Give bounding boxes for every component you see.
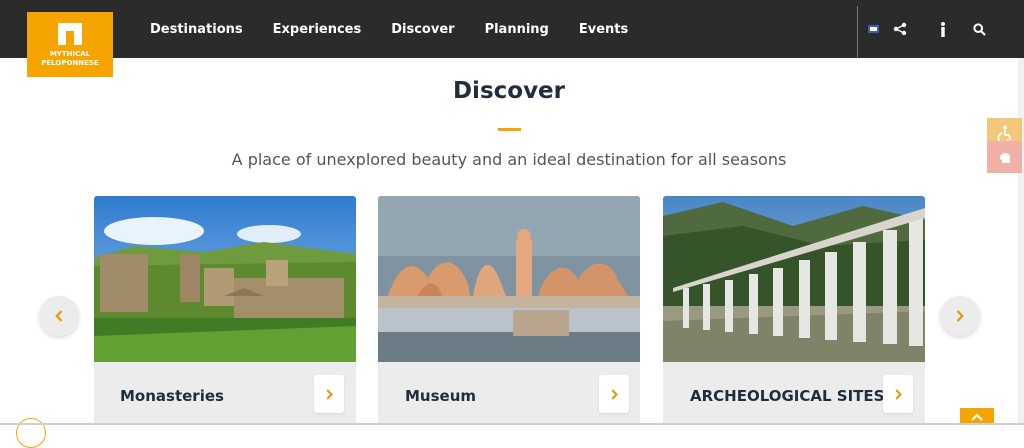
logo-text: MYTHICAL PELOPONNESE: [41, 50, 98, 68]
title-underline: [498, 128, 521, 131]
chevron-right-icon: [610, 388, 618, 400]
card-museum-button[interactable]: [599, 375, 629, 413]
nav-planning[interactable]: Planning: [485, 22, 549, 37]
search-button[interactable]: [965, 22, 993, 36]
card-monasteries-button[interactable]: [314, 375, 344, 413]
card-monasteries-label: Monasteries: [120, 387, 224, 405]
scrollbar[interactable]: [1018, 58, 1024, 425]
share-icon: [893, 22, 907, 36]
info-icon: [940, 21, 945, 37]
chevron-left-icon: [55, 310, 63, 322]
page-title: Discover: [452, 78, 566, 104]
nav-discover[interactable]: Discover: [391, 22, 454, 37]
card-archeological-sites-label: ARCHEOLOGICAL SITES: [690, 387, 885, 405]
search-icon: [972, 22, 986, 36]
head-icon: [999, 152, 1010, 163]
header-divider: [857, 6, 858, 58]
logo-line-1: MYTHICAL: [49, 50, 91, 58]
flag-icon: [867, 25, 879, 33]
nav-experiences[interactable]: Experiences: [273, 22, 362, 37]
site-logo[interactable]: MYTHICAL PELOPONNESE: [27, 12, 113, 77]
language-button[interactable]: [866, 25, 880, 33]
main-nav: Destinations Experiences Discover Planni…: [150, 0, 658, 58]
card-museum-label: Museum: [405, 387, 477, 405]
nav-destinations[interactable]: Destinations: [150, 22, 243, 37]
chevron-right-icon: [956, 310, 964, 322]
info-button[interactable]: [920, 21, 965, 37]
nav-events[interactable]: Events: [579, 22, 628, 37]
chevron-right-icon: [894, 388, 902, 400]
carousel-next-button[interactable]: [940, 296, 980, 336]
header-tools: [866, 0, 993, 58]
readability-button[interactable]: [987, 141, 1022, 173]
monasteries-image: [94, 196, 356, 362]
logo-mark-icon: [58, 23, 82, 45]
archeological-sites-image: [663, 196, 925, 362]
page-subtitle: A place of unexplored beauty and an idea…: [231, 150, 787, 169]
share-button[interactable]: [880, 22, 920, 36]
chevron-right-icon: [325, 388, 333, 400]
chevron-up-icon: [971, 413, 983, 421]
card-archeological-sites-button[interactable]: [883, 375, 913, 413]
museum-image: [378, 196, 640, 362]
logo-line-2: PELOPONNESE: [41, 59, 99, 67]
carousel-prev-button[interactable]: [39, 296, 79, 336]
